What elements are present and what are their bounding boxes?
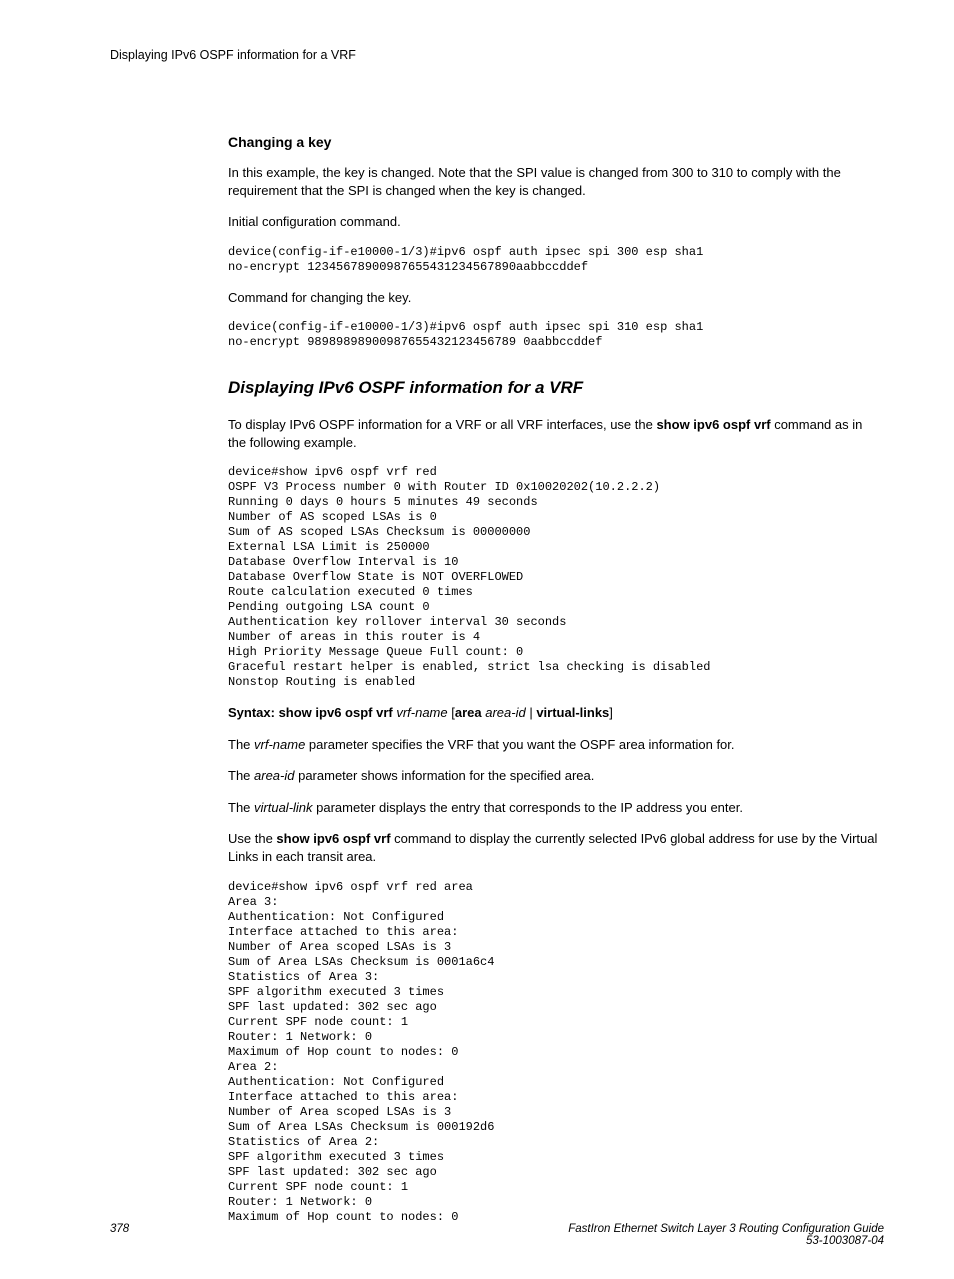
para-key-intro: In this example, the key is changed. Not…: [228, 164, 884, 199]
text: The: [228, 800, 254, 815]
syntax-vrf-name: vrf-name: [396, 705, 447, 720]
syntax-virtual-links: virtual-links: [536, 705, 609, 720]
para-vrf-name: The vrf-name parameter specifies the VRF…: [228, 736, 884, 754]
syntax-bracket-close: ]: [609, 705, 613, 720]
syntax-line: Syntax: show ipv6 ospf vrf vrf-name [are…: [228, 704, 884, 722]
syntax-lead: Syntax: show ipv6 ospf vrf: [228, 705, 396, 720]
text: parameter specifies the VRF that you wan…: [305, 737, 734, 752]
text: The: [228, 737, 254, 752]
para-virtual-link: The virtual-link parameter displays the …: [228, 799, 884, 817]
param-virtual-link: virtual-link: [254, 800, 313, 815]
command-show-ipv6-ospf-vrf-2: show ipv6 ospf vrf: [276, 831, 390, 846]
code-show-ipv6-ospf-vrf: device#show ipv6 ospf vrf red OSPF V3 Pr…: [228, 465, 884, 690]
param-vrf-name: vrf-name: [254, 737, 305, 752]
para-display-intro: To display IPv6 OSPF information for a V…: [228, 416, 884, 451]
syntax-area-kw: area: [455, 705, 482, 720]
command-show-ipv6-ospf-vrf: show ipv6 ospf vrf: [656, 417, 770, 432]
code-initial-config: device(config-if-e10000-1/3)#ipv6 ospf a…: [228, 245, 884, 275]
syntax-area-id: area-id: [485, 705, 525, 720]
text: parameter displays the entry that corres…: [313, 800, 743, 815]
code-change-key: device(config-if-e10000-1/3)#ipv6 ospf a…: [228, 320, 884, 350]
page-number: 378: [110, 1223, 129, 1235]
para-area-id: The area-id parameter shows information …: [228, 767, 884, 785]
syntax-pipe: |: [526, 705, 537, 720]
param-area-id: area-id: [254, 768, 294, 783]
footer-title: FastIron Ethernet Switch Layer 3 Routing…: [568, 1223, 884, 1235]
footer-docnum: 53-1003087-04: [568, 1235, 884, 1247]
running-header: Displaying IPv6 OSPF information for a V…: [110, 48, 884, 62]
syntax-bracket-open: [: [448, 705, 455, 720]
text: To display IPv6 OSPF information for a V…: [228, 417, 656, 432]
heading-changing-a-key: Changing a key: [228, 134, 884, 150]
para-initial-config: Initial configuration command.: [228, 213, 884, 231]
para-change-key: Command for changing the key.: [228, 289, 884, 307]
text: Use the: [228, 831, 276, 846]
text: parameter shows information for the spec…: [294, 768, 594, 783]
code-show-ipv6-ospf-vrf-area: device#show ipv6 ospf vrf red area Area …: [228, 880, 884, 1225]
heading-displaying-ipv6-ospf-vrf: Displaying IPv6 OSPF information for a V…: [228, 378, 884, 398]
para-use-command: Use the show ipv6 ospf vrf command to di…: [228, 830, 884, 865]
text: The: [228, 768, 254, 783]
